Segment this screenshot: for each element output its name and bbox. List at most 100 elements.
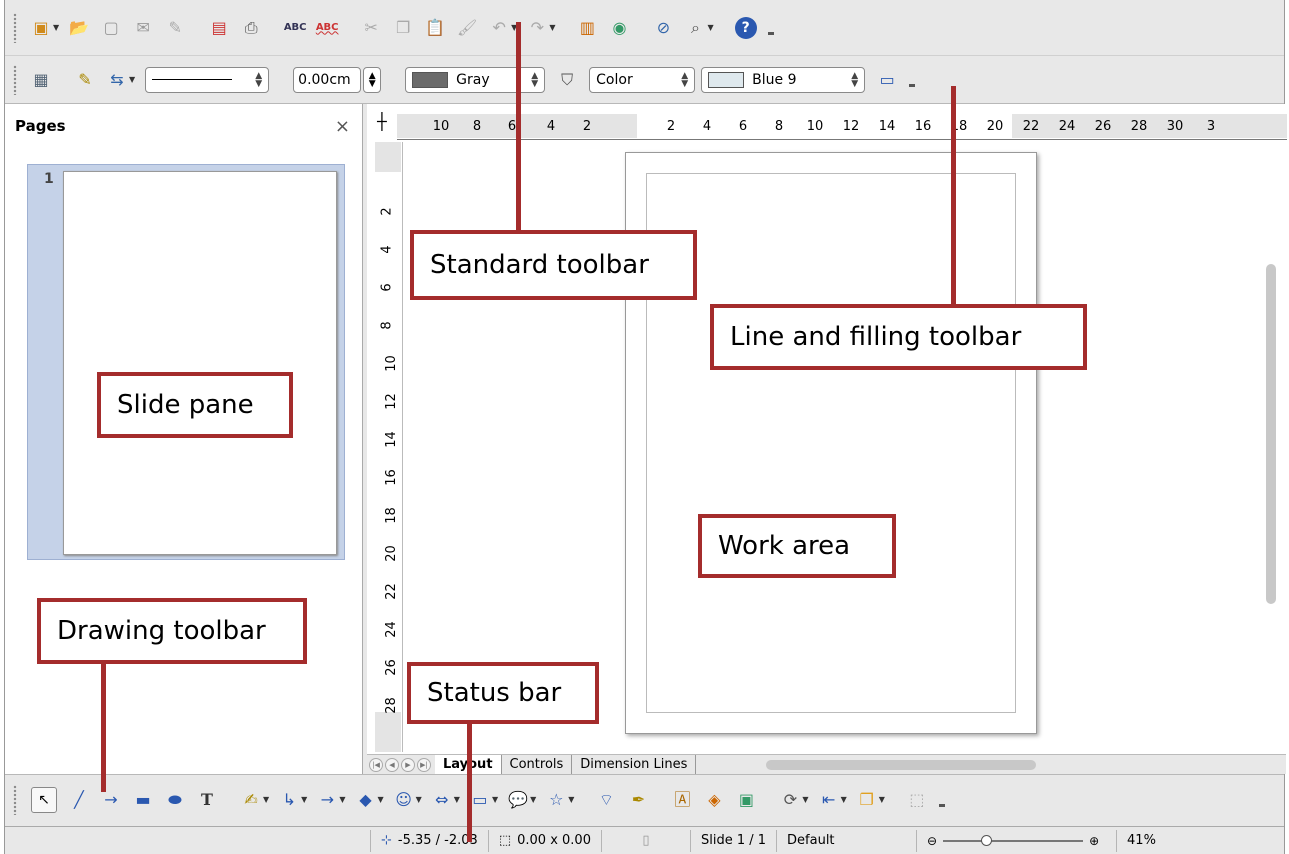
slide-thumbnail[interactable] — [63, 171, 337, 555]
block-arrows-dropdown-icon[interactable]: ▼ — [454, 795, 460, 804]
new-icon[interactable]: ▣ — [30, 17, 52, 39]
area-style-select[interactable]: Color ▲ ▼ — [589, 66, 696, 93]
stars-icon[interactable]: ☆ — [545, 789, 567, 811]
new-dropdown-icon[interactable]: ▼ — [53, 23, 59, 32]
points-icon[interactable]: ⌔ — [595, 789, 617, 811]
connector-icon[interactable]: ↳ — [278, 789, 300, 811]
chart-icon[interactable]: ▥ — [576, 17, 598, 39]
cut-icon[interactable]: ✂ — [360, 17, 382, 39]
line-width-stepper[interactable]: ▲ ▼ — [363, 66, 382, 93]
stars-dropdown-icon[interactable]: ▼ — [568, 795, 574, 804]
extrusion-icon[interactable]: ⬚ — [906, 789, 928, 811]
fontwork-icon[interactable]: 🄰 — [671, 789, 693, 811]
copy-icon[interactable]: ❐ — [392, 17, 414, 39]
from-file-icon[interactable]: ◈ — [703, 789, 725, 811]
basic-shapes-dropdown-icon[interactable]: ▼ — [377, 795, 383, 804]
horizontal-scrollbar[interactable] — [766, 759, 1037, 770]
toolbar-grip[interactable] — [13, 12, 17, 43]
symbol-shapes-icon[interactable]: ☺ — [393, 789, 415, 811]
text-icon[interactable]: T — [196, 789, 218, 811]
slide-thumbnail-selected[interactable]: 1 — [27, 164, 345, 560]
arrow-style-dropdown-icon[interactable]: ▼ — [129, 75, 135, 84]
zoom-knob[interactable] — [981, 834, 993, 846]
curve-dropdown-icon[interactable]: ▼ — [263, 795, 269, 804]
tab-controls[interactable]: Controls — [502, 754, 573, 775]
line-width-input[interactable]: 0.00cm — [293, 66, 362, 93]
lines-arrows-dropdown-icon[interactable]: ▼ — [339, 795, 345, 804]
clone-formatting-icon[interactable]: 🖌 — [456, 17, 478, 39]
horizontal-ruler[interactable]: 10 8 6 4 2 2 4 6 8 10 12 14 16 18 20 22 24 26 28 30 3 — [397, 110, 1287, 140]
export-pdf-icon[interactable]: ▤ — [208, 17, 230, 39]
zoom-in-icon[interactable]: ⊕ — [1089, 834, 1099, 848]
print-icon[interactable]: ⎙ — [240, 17, 262, 39]
open-icon[interactable]: 📂 — [68, 17, 90, 39]
zoom-track[interactable] — [943, 834, 1084, 846]
basic-shapes-icon[interactable]: ◆ — [354, 789, 376, 811]
spellcheck-icon[interactable]: ABC — [284, 17, 307, 39]
flowchart-icon[interactable]: ▭ — [469, 789, 491, 811]
line-style-select[interactable]: ▲ ▼ — [145, 66, 270, 93]
tab-dimension-lines[interactable]: Dimension Lines — [572, 754, 697, 775]
effects-icon[interactable]: ⟳ — [779, 789, 801, 811]
email-icon[interactable]: ✉ — [132, 17, 154, 39]
redo-dropdown-icon[interactable]: ▼ — [549, 23, 555, 32]
symbol-shapes-dropdown-icon[interactable]: ▼ — [416, 795, 422, 804]
drawing-toolbar-callout-text: Drawing toolbar — [57, 616, 266, 646]
line-tool-icon[interactable]: ╱ — [68, 789, 90, 811]
line-color-label: Gray — [456, 71, 490, 88]
area-fill-icon[interactable]: ⛉ — [556, 69, 578, 91]
first-tab-icon[interactable]: |◀ — [369, 757, 383, 772]
align-dropdown-icon[interactable]: ▼ — [841, 795, 847, 804]
arrange-icon[interactable]: ❐ — [856, 789, 878, 811]
help-icon[interactable]: ? — [734, 16, 757, 39]
shadow-icon[interactable]: ▭ — [876, 69, 898, 91]
align-icon[interactable]: ⇤ — [818, 789, 840, 811]
paste-icon[interactable]: 📋 — [424, 17, 446, 39]
navigator-icon[interactable]: ⊘ — [652, 17, 674, 39]
toolbar-grip[interactable] — [13, 784, 17, 815]
undo-icon[interactable]: ↶ — [488, 17, 510, 39]
zoom-icon[interactable]: ⌕ — [684, 17, 706, 39]
curve-icon[interactable]: ✍ — [240, 789, 262, 811]
ruler-origin-icon[interactable]: ┼ — [377, 112, 387, 131]
block-arrows-icon[interactable]: ⇔ — [431, 789, 453, 811]
autospell-icon[interactable]: ABC — [316, 17, 339, 39]
area-color-select[interactable]: Blue 9 ▲ ▼ — [701, 66, 866, 93]
effects-dropdown-icon[interactable]: ▼ — [802, 795, 808, 804]
toolbar-overflow-icon[interactable] — [767, 21, 774, 35]
redo-icon[interactable]: ↷ — [526, 17, 548, 39]
image-icon[interactable]: ▣ — [735, 789, 757, 811]
callouts-icon[interactable]: 💬 — [507, 789, 529, 811]
toolbar-grip[interactable] — [13, 64, 17, 95]
zoom-dropdown-icon[interactable]: ▼ — [707, 23, 713, 32]
lines-arrows-icon[interactable]: → — [316, 789, 338, 811]
flowchart-dropdown-icon[interactable]: ▼ — [492, 795, 498, 804]
last-tab-icon[interactable]: ▶| — [417, 757, 431, 772]
master-field[interactable]: Default — [777, 829, 918, 852]
toolbar-overflow-icon[interactable] — [938, 793, 945, 807]
line-icon[interactable]: ✎ — [74, 69, 96, 91]
connector-dropdown-icon[interactable]: ▼ — [301, 795, 307, 804]
vertical-scrollbar[interactable] — [1266, 264, 1276, 604]
styles-icon[interactable]: ▦ — [30, 69, 52, 91]
line-color-select[interactable]: Gray ▲ ▼ — [405, 66, 546, 93]
toolbar-overflow-icon[interactable] — [909, 73, 916, 87]
glue-points-icon[interactable]: ✒ — [627, 789, 649, 811]
edit-file-icon[interactable]: ✎ — [164, 17, 186, 39]
arrow-style-icon[interactable]: ⇆ — [106, 69, 128, 91]
prev-tab-icon[interactable]: ◀ — [385, 757, 399, 772]
close-icon[interactable]: × — [335, 116, 350, 137]
save-icon[interactable]: ▢ — [100, 17, 122, 39]
zoom-slider[interactable]: ⊖ ⊕ — [927, 834, 1099, 848]
select-icon[interactable]: ↖ — [31, 786, 57, 813]
ellipse-icon[interactable]: ⬬ — [164, 789, 186, 811]
modified-field[interactable]: ▯ — [600, 829, 691, 852]
callouts-dropdown-icon[interactable]: ▼ — [530, 795, 536, 804]
gallery-icon[interactable]: ◉ — [608, 17, 630, 39]
arrange-dropdown-icon[interactable]: ▼ — [879, 795, 885, 804]
zoom-field[interactable]: 41% — [1117, 830, 1166, 852]
vertical-ruler[interactable]: 2 4 6 8 10 12 14 16 18 20 22 24 26 28 — [375, 142, 403, 752]
rectangle-icon[interactable]: ▬ — [132, 789, 154, 811]
zoom-out-icon[interactable]: ⊖ — [927, 834, 937, 848]
next-tab-icon[interactable]: ▶ — [401, 757, 415, 772]
